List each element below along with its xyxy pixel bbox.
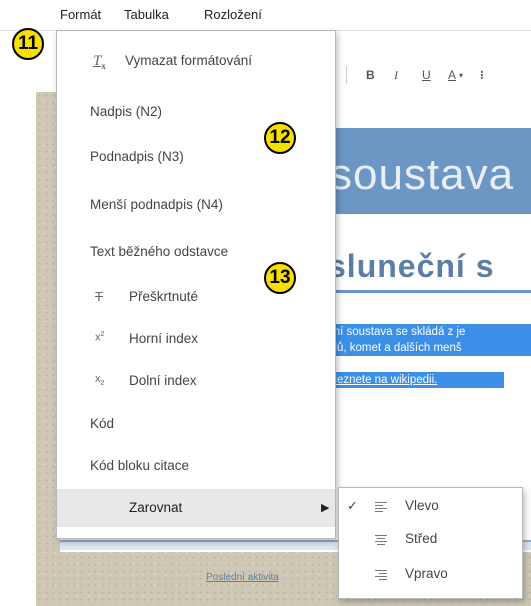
menu-bar: Formát Tabulka Rozložení <box>0 0 531 31</box>
more-options-button[interactable]: ⁝ <box>480 68 484 82</box>
formatting-toolbar: B I U A ▾ ⁝ <box>340 58 531 92</box>
align-option-label: Vlevo <box>405 498 439 513</box>
menu-item-label: Kód bloku citace <box>90 458 190 473</box>
menu-item-label: Dolní index <box>129 373 197 388</box>
italic-button[interactable]: I <box>394 68 398 83</box>
clear-formatting-icon: Tx <box>93 53 106 71</box>
subtitle-underline <box>326 290 531 293</box>
align-left-icon <box>375 502 387 512</box>
annotation-badge-12: 12 <box>264 122 296 154</box>
menu-item-label: Zarovnat <box>129 500 183 515</box>
document-subtitle[interactable]: sluneční s <box>328 248 495 285</box>
align-center-icon <box>375 535 387 545</box>
annotation-badge-11: 11 <box>12 28 44 60</box>
strikethrough-icon: T <box>95 289 103 304</box>
annotation-badge-13: 13 <box>264 262 296 294</box>
align-submenu: ✓ Vlevo Střed Vpravo <box>338 487 523 599</box>
menu-item-label: Přeškrtnuté <box>129 289 199 304</box>
menu-item-label: Menší podnadpis (N4) <box>90 197 223 212</box>
selected-text-line-2[interactable]: idů, komet a dalších menš <box>326 340 531 356</box>
font-color-button[interactable]: A <box>448 68 456 82</box>
menu-item-label: Text běžného odstavce <box>90 244 229 259</box>
menu-item-label: Vymazat formátování <box>125 53 253 68</box>
subscript-icon: x2 <box>95 373 105 388</box>
align-option-label: Střed <box>405 531 438 546</box>
menu-item-label: Horní index <box>129 331 199 346</box>
last-activity-link[interactable]: Poslední aktivita <box>206 572 279 583</box>
bold-button[interactable]: B <box>366 68 375 82</box>
menu-item-label: Nadpis (N2) <box>90 104 163 119</box>
font-color-dropdown-icon[interactable]: ▾ <box>459 71 463 80</box>
menu-format[interactable]: Formát <box>60 7 101 22</box>
checkmark-icon: ✓ <box>347 498 358 513</box>
wikipedia-link[interactable]: aleznete na wikipedii. <box>326 372 504 388</box>
document-title[interactable]: soustava <box>330 150 514 200</box>
menu-table[interactable]: Tabulka <box>124 7 169 22</box>
selected-text-line-1[interactable]: ční soustava se skládá z je <box>326 324 531 340</box>
toolbar-divider <box>346 66 347 84</box>
underline-button[interactable]: U <box>422 68 431 82</box>
align-option-label: Vpravo <box>405 566 448 581</box>
menu-item-align[interactable]: Zarovnat ▶ <box>57 489 335 527</box>
align-right-icon <box>375 570 387 580</box>
menu-item-label: Podnadpis (N3) <box>90 149 184 164</box>
superscript-icon: x2 <box>95 331 105 344</box>
menu-layout[interactable]: Rozložení <box>204 7 262 22</box>
submenu-arrow-icon: ▶ <box>321 502 330 514</box>
menu-item-label: Kód <box>90 416 115 431</box>
